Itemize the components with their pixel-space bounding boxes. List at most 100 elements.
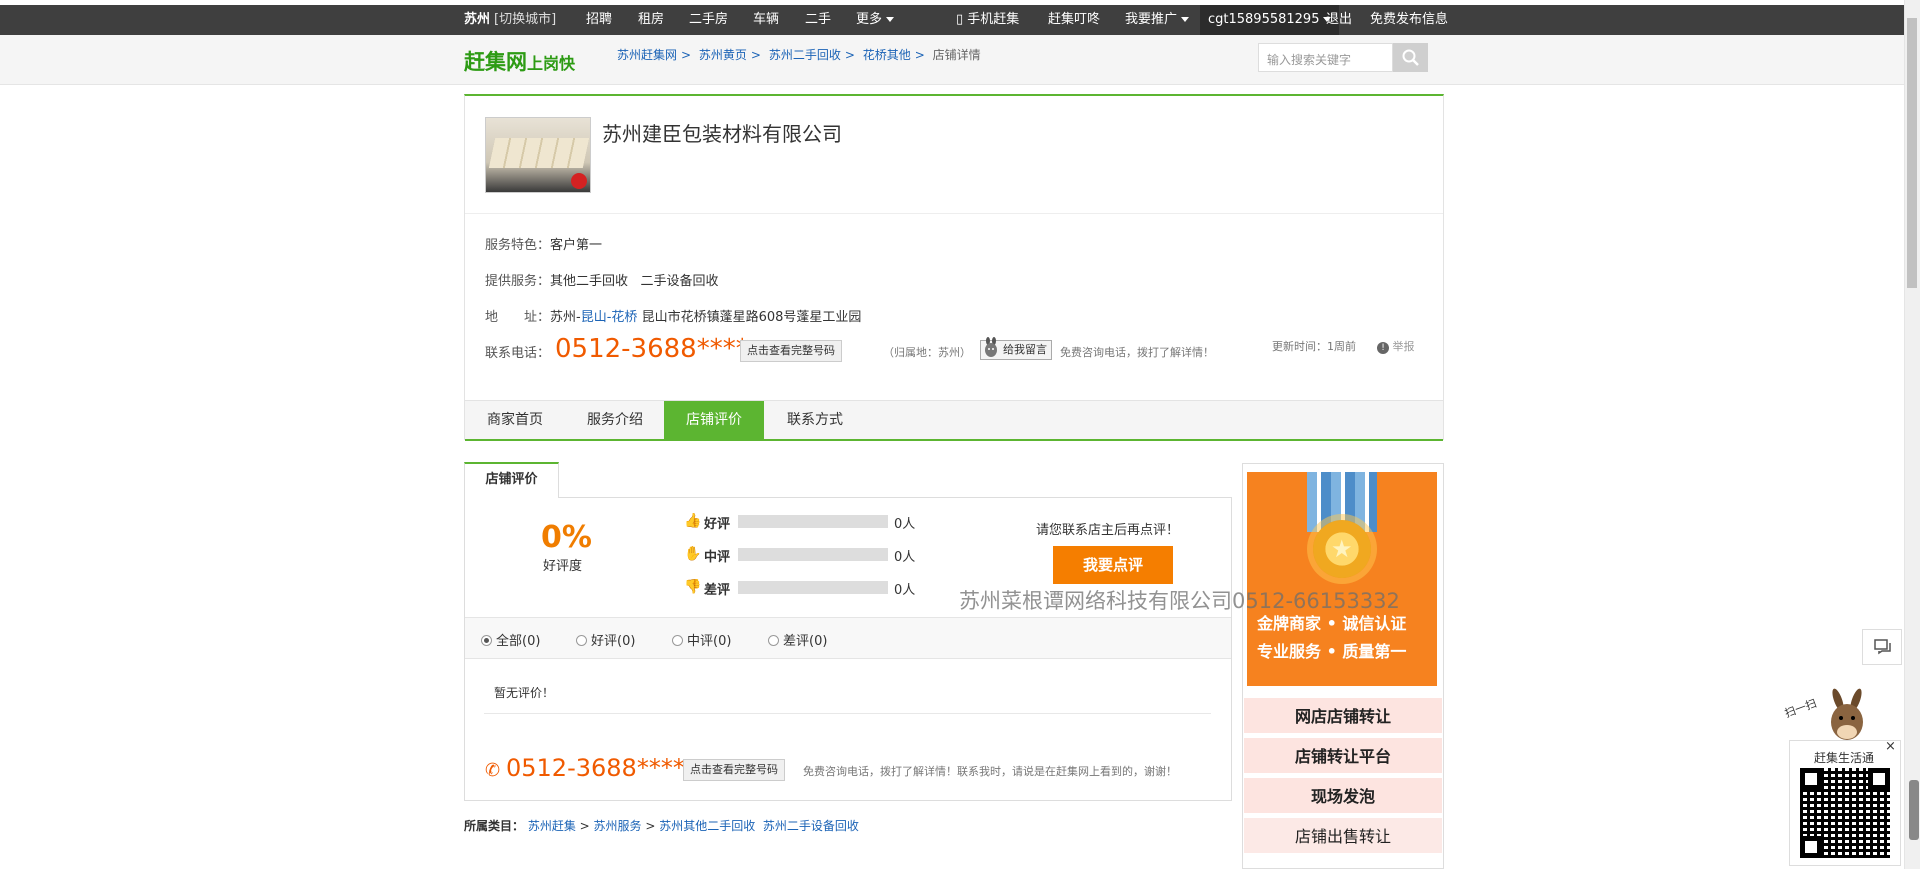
filter-label: 中评(0) [687,634,732,649]
filter-bad[interactable]: 差评(0) [768,630,827,649]
write-review-button[interactable]: 我要点评 [1053,546,1173,584]
tab-shop-home[interactable]: 商家首页 [465,401,565,440]
category-link[interactable]: 苏州二手设备回收 [763,819,859,833]
mobile-link[interactable]: ▯ 手机赶集 [956,5,1019,35]
services-row: 提供服务：其他二手回收 二手设备回收 [485,270,718,289]
footer-consult-note: 免费咨询电话，拨打了解详情！联系我时，请说是在赶集网上看到的，谢谢！ [803,765,1177,778]
nav-more-label: 更多 [856,12,883,27]
review-ask-note: 请您联系店主后再点评！ [1036,523,1180,538]
top-bar: 苏州 [切换城市] 招聘 租房 二手房 车辆 二手 更多 ▯ 手机赶集 赶集叮咚… [0,5,1904,35]
free-post-link[interactable]: 免费发布信息 [1370,5,1448,35]
free-consult-note: 免费咨询电话，拨打了解详情！ [1060,346,1214,359]
radio-icon [768,635,779,646]
phone-number: 0512-3688**** [555,334,749,364]
side-link-item[interactable]: 网店店铺转让 [1244,698,1442,735]
breadcrumb-current: 店铺详情 [932,48,981,62]
address-district-link[interactable]: 昆山-花桥 [581,310,638,325]
leave-message-label: 给我留言 [1003,343,1047,356]
nav-rent[interactable]: 租房 [638,5,664,35]
tab-shop-review[interactable]: 店铺评价 [664,401,764,440]
nav-second-hand[interactable]: 二手 [805,5,831,35]
nav-jobs[interactable]: 招聘 [586,5,612,35]
city-name: 苏州 [464,12,491,27]
donkey-icon [985,337,997,357]
side-link-item[interactable]: 现场发泡 [1244,778,1442,815]
feedback-button[interactable] [1862,629,1902,665]
filter-good[interactable]: 好评(0) [576,630,635,649]
breadcrumb: 苏州赶集网 > 苏州黄页 > 苏州二手回收 > 花桥其他 > 店铺详情 [617,48,981,62]
search-input[interactable]: 输入搜索关键字 [1258,43,1393,72]
radio-icon [672,635,683,646]
report-label: 举报 [1392,340,1415,353]
service-item: 二手设备回收 [640,274,719,289]
nav-more[interactable]: 更多 [856,5,895,35]
divider [465,213,1443,214]
qr-title: 赶集生活通 [1814,751,1875,765]
services-label: 提供服务： [485,274,551,289]
chat-icon [1874,639,1891,655]
category-link[interactable]: 苏州其他二手回收 [659,819,755,833]
close-icon[interactable]: × [1885,739,1896,754]
filter-neutral[interactable]: 中评(0) [672,630,731,649]
rating-bar [738,548,888,561]
review-section-tab[interactable]: 店铺评价 [464,462,559,498]
side-link-item[interactable]: 店铺出售转让 [1244,818,1442,855]
nav-second-house[interactable]: 二手房 [689,5,728,35]
donkey-mascot-icon [1831,688,1863,740]
category-label: 所属类目： [464,819,525,833]
radio-icon [576,635,587,646]
switch-city-link[interactable]: [切换城市] [494,5,556,35]
category-link[interactable]: 苏州赶集 [528,819,576,833]
phone-belong: （归属地：苏州） [883,346,971,359]
report-link[interactable]: ! 举报 [1377,338,1415,354]
tab-contact[interactable]: 联系方式 [765,401,865,440]
scrollbar-thumb[interactable] [1907,18,1917,288]
footer-phone-number: 0512-3688**** [506,754,685,782]
feature-label: 服务特色： [485,238,551,253]
rating-count: 0人 [894,517,916,532]
search-button[interactable] [1393,43,1428,72]
feature-value: 客户第一 [550,238,603,253]
breadcrumb-item[interactable]: 苏州赶集网 [617,48,677,62]
rating-label: 中评 [704,550,731,565]
address-city: 苏州- [550,310,581,325]
filter-label: 好评(0) [591,634,636,649]
breadcrumb-item[interactable]: 苏州黄页 [699,48,747,62]
filter-all[interactable]: 全部(0) [481,630,540,649]
category-link[interactable]: 苏州服务 [594,819,642,833]
shop-thumbnail[interactable] [485,117,591,193]
rating-count: 0人 [894,583,916,598]
username: cgt15895581295 [1208,12,1320,27]
hand-icon: ✋ [684,546,702,562]
phone-label: 联系电话： [485,346,551,361]
chevron-down-icon [886,17,895,22]
thumbs-down-icon: 👎 [684,579,702,595]
rating-label: 差评 [704,583,731,598]
gold-merchant-ad[interactable]: ★ 金牌商家 • 诚信认证 专业服务 • 质量第一 [1247,472,1437,686]
good-rate-label: 好评度 [543,559,583,574]
breadcrumb-item[interactable]: 花桥其他 [863,48,911,62]
breadcrumb-item[interactable]: 苏州二手回收 [769,48,841,62]
qr-corner [1800,768,1822,790]
site-logo[interactable]: 赶集网上岗快 [464,46,575,76]
user-menu[interactable]: cgt15895581295 [1200,5,1340,35]
ding-link[interactable]: 赶集叮咚 [1048,5,1100,35]
view-full-number-button[interactable]: 点击查看完整号码 [740,340,842,362]
chevron-down-icon [1181,17,1190,22]
filter-label: 全部(0) [496,634,541,649]
qr-code [1800,768,1890,858]
view-full-number-button[interactable]: 点击查看完整号码 [683,759,785,781]
tab-bar: 商家首页 服务介绍 店铺评价 联系方式 [465,400,1443,441]
tab-service-intro[interactable]: 服务介绍 [565,401,665,440]
qr-corner [1800,836,1822,858]
phone-icon: ▯ [956,12,964,27]
logo-main: 赶集网 [464,50,527,74]
side-link-item[interactable]: 店铺转让平台 [1244,738,1442,775]
nav-vehicles[interactable]: 车辆 [753,5,779,35]
leave-message-button[interactable]: 给我留言 [980,337,1052,360]
promote-menu[interactable]: 我要推广 [1125,5,1190,35]
rating-bar [738,515,888,528]
update-time: 更新时间：1周前 [1272,340,1356,353]
side-drawer-handle[interactable] [1909,780,1919,840]
logout-link[interactable]: 退出 [1326,5,1352,35]
